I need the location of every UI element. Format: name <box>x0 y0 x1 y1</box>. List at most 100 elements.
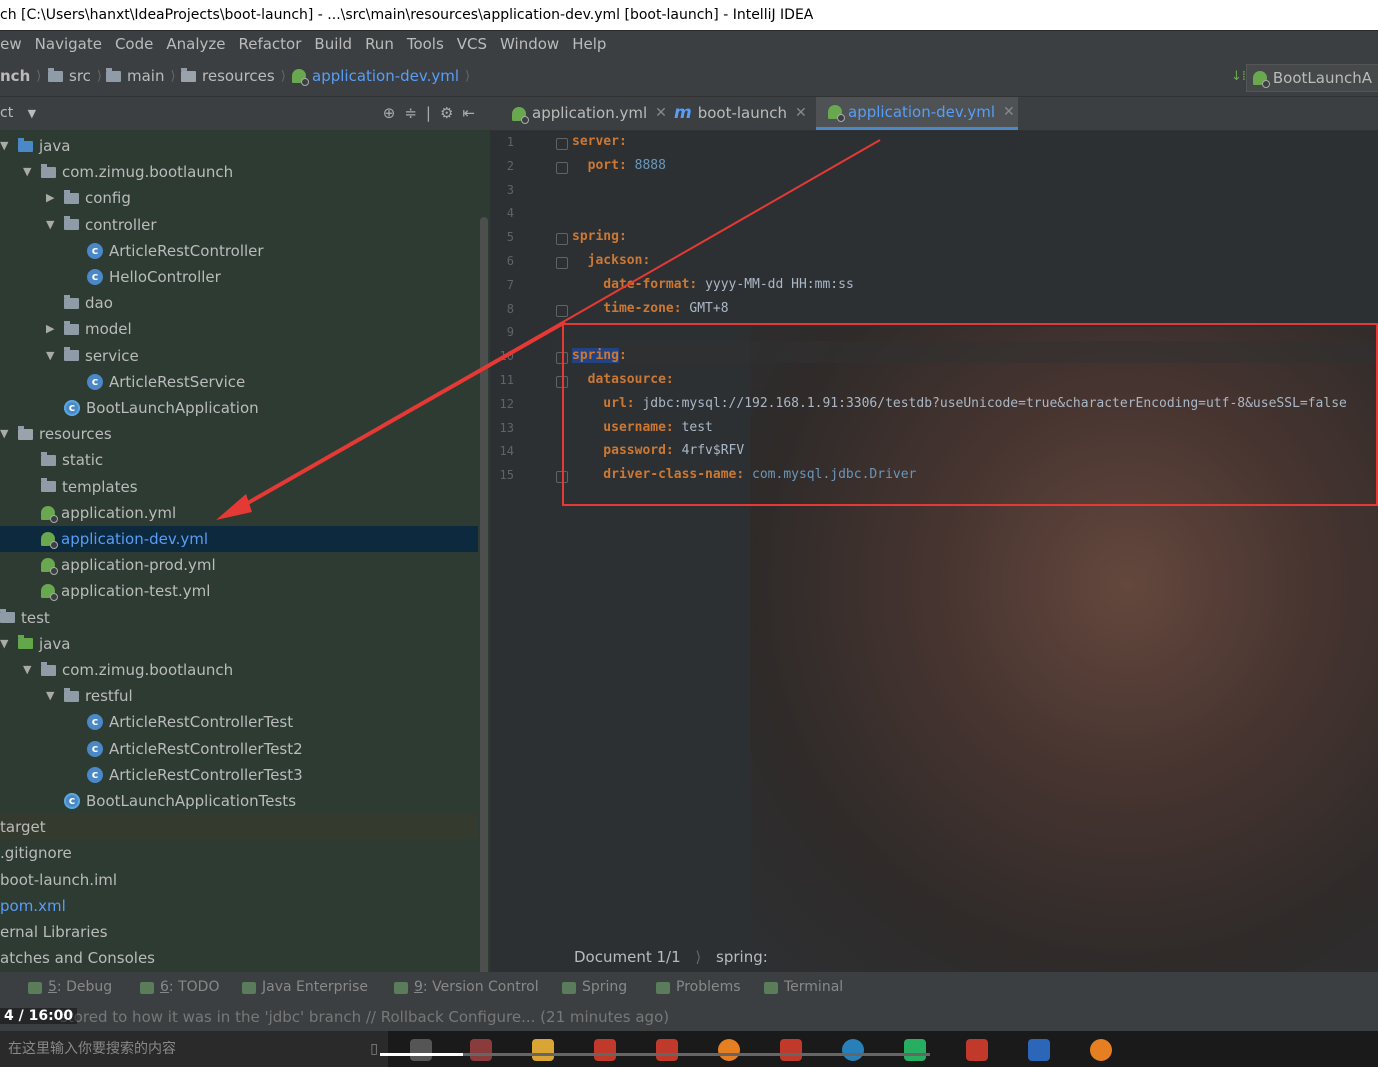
menu-item-code[interactable]: Code <box>115 31 153 57</box>
hide-panel-icon[interactable]: ⇤ <box>462 104 484 122</box>
code-line[interactable]: spring: <box>572 227 627 247</box>
tree-item[interactable]: c ArticleRestController <box>0 238 478 264</box>
chrome-icon[interactable] <box>718 1039 740 1061</box>
chevron-down-icon[interactable]: ▼ <box>46 343 56 369</box>
tree-item[interactable]: ▼ com.zimug.bootlaunch <box>0 159 478 185</box>
tree-item[interactable]: ▼ java <box>0 133 478 159</box>
menu-item-analyze[interactable]: Analyze <box>166 31 225 57</box>
tool-window-problems[interactable]: Problems <box>656 972 741 1003</box>
fold-marker-icon[interactable] <box>556 138 568 150</box>
menu-item-iew[interactable]: iew <box>0 31 22 57</box>
menu-item-run[interactable]: Run <box>365 31 394 57</box>
app-icon[interactable] <box>594 1039 616 1061</box>
taskbar-search[interactable]: 在这里输入你要搜索的内容 ▯ <box>0 1031 388 1067</box>
nav-crumb-resources[interactable]: resources ⟩ <box>181 67 292 85</box>
tree-item[interactable]: ▼ restful <box>0 683 478 709</box>
locate-icon[interactable]: ⊕ <box>383 104 405 122</box>
menu-item-refactor[interactable]: Refactor <box>238 31 301 57</box>
browser-icon[interactable] <box>842 1039 864 1061</box>
tree-item[interactable]: .gitignore <box>0 840 478 866</box>
close-icon[interactable]: ✕ <box>795 97 807 130</box>
app-icon[interactable] <box>656 1039 678 1061</box>
tree-item[interactable]: ▼ com.zimug.bootlaunch <box>0 657 478 683</box>
app-icon[interactable] <box>1028 1039 1050 1061</box>
tree-item[interactable]: dao <box>0 290 478 316</box>
breadcrumb-document[interactable]: Document 1/1 <box>574 948 681 966</box>
tool-window-javaenterprise[interactable]: Java Enterprise <box>242 972 368 1003</box>
tool-window-terminal[interactable]: Terminal <box>764 972 843 1003</box>
tree-item[interactable]: c ArticleRestControllerTest3 <box>0 762 478 788</box>
tab-application-dev-yml[interactable]: application-dev.yml ✕ <box>816 97 1018 130</box>
nav-crumb-file[interactable]: application-dev.yml ⟩ <box>292 67 476 86</box>
tree-item[interactable]: static <box>0 447 478 473</box>
tree-item[interactable]: pom.xml <box>0 893 478 919</box>
video-progress-bar[interactable] <box>380 1053 930 1056</box>
tree-item[interactable]: ▼ resources <box>0 421 478 447</box>
code-line[interactable]: jackson: <box>572 251 651 271</box>
nav-crumb-src[interactable]: src ⟩ <box>48 67 108 85</box>
tool-window-versioncontrol[interactable]: 9: Version Control <box>394 972 539 1003</box>
code-line[interactable]: server: <box>572 132 627 152</box>
tab-boot-launch[interactable]: m boot-launch ✕ <box>662 97 807 130</box>
menu-item-tools[interactable]: Tools <box>407 31 444 57</box>
tree-item[interactable]: ▼ controller <box>0 212 478 238</box>
tool-window-spring[interactable]: Spring <box>562 972 627 1003</box>
tree-item[interactable]: boot-launch.iml <box>0 867 478 893</box>
chevron-down-icon[interactable]: ▼ <box>0 631 10 657</box>
tree-item[interactable]: application-test.yml <box>0 578 478 604</box>
tree-item[interactable]: c BootLaunchApplicationTests <box>0 788 478 814</box>
chevron-down-icon[interactable]: ▼ <box>0 133 10 159</box>
fold-marker-icon[interactable] <box>556 257 568 269</box>
tree-item[interactable]: target <box>0 814 478 841</box>
gear-icon[interactable]: ⚙ <box>440 104 462 122</box>
tree-item[interactable]: application-dev.yml <box>0 526 478 552</box>
tree-item[interactable]: application-prod.yml <box>0 552 478 578</box>
code-line[interactable]: date-format: yyyy-MM-dd HH:mm:ss <box>572 275 853 295</box>
app-icon[interactable] <box>470 1039 492 1061</box>
chevron-right-icon[interactable]: ▶ <box>46 185 56 211</box>
nav-crumb-main[interactable]: main ⟩ <box>106 67 182 85</box>
tree-item[interactable]: c ArticleRestControllerTest <box>0 709 478 735</box>
chevron-down-icon[interactable]: ▼ <box>23 159 33 185</box>
app-icon[interactable] <box>1090 1039 1112 1061</box>
fold-marker-icon[interactable] <box>556 304 568 317</box>
sort-icon[interactable]: ↓⁞ <box>1231 69 1246 84</box>
nav-crumb-project[interactable]: nch ⟩ <box>0 67 47 85</box>
intellij-icon[interactable] <box>780 1039 802 1061</box>
app-icon[interactable] <box>904 1039 926 1061</box>
menu-item-vcs[interactable]: VCS <box>457 31 487 57</box>
tool-window-debug[interactable]: 5: Debug <box>28 972 112 1003</box>
tree-item[interactable]: ▼ java <box>0 631 478 657</box>
chevron-down-icon[interactable]: ▼ <box>46 212 56 238</box>
tree-item[interactable]: atches and Consoles <box>0 945 478 971</box>
microphone-icon[interactable]: ▯ <box>370 1031 378 1067</box>
tree-item[interactable]: ▶ config <box>0 185 478 211</box>
tree-item[interactable]: templates <box>0 474 478 500</box>
run-config-selector[interactable]: BootLaunchA <box>1245 64 1378 92</box>
project-scrollbar[interactable] <box>480 217 488 972</box>
file-explorer-icon[interactable] <box>532 1039 554 1061</box>
tree-item[interactable]: application.yml <box>0 500 478 526</box>
fold-marker-icon[interactable] <box>556 233 568 246</box>
tree-item[interactable]: c ArticleRestControllerTest2 <box>0 736 478 762</box>
app-icon[interactable] <box>966 1039 988 1061</box>
breadcrumb-key[interactable]: spring: <box>716 948 768 966</box>
collapse-all-icon[interactable]: ≑ <box>404 104 426 122</box>
tab-application-yml[interactable]: application.yml ✕ <box>500 97 667 130</box>
chevron-right-icon[interactable]: ▶ <box>46 316 56 342</box>
menu-item-navigate[interactable]: Navigate <box>35 31 102 57</box>
close-icon[interactable]: ✕ <box>1003 97 1015 129</box>
fold-marker-icon[interactable] <box>556 161 568 174</box>
menu-item-build[interactable]: Build <box>314 31 352 57</box>
tree-item[interactable]: test <box>0 605 478 631</box>
project-view-selector[interactable]: ct <box>0 105 13 121</box>
tree-item[interactable]: ernal Libraries <box>0 919 478 945</box>
menu-item-window[interactable]: Window <box>500 31 559 57</box>
tree-item[interactable]: c ArticleRestService <box>0 369 478 395</box>
menu-item-help[interactable]: Help <box>572 31 606 57</box>
chevron-down-icon[interactable]: ▼ <box>28 107 36 120</box>
tree-item[interactable]: ▶ model <box>0 316 478 342</box>
tree-item[interactable]: c BootLaunchApplication <box>0 395 478 421</box>
chevron-down-icon[interactable]: ▼ <box>23 657 33 683</box>
tool-window-todo[interactable]: 6: TODO <box>140 972 219 1003</box>
